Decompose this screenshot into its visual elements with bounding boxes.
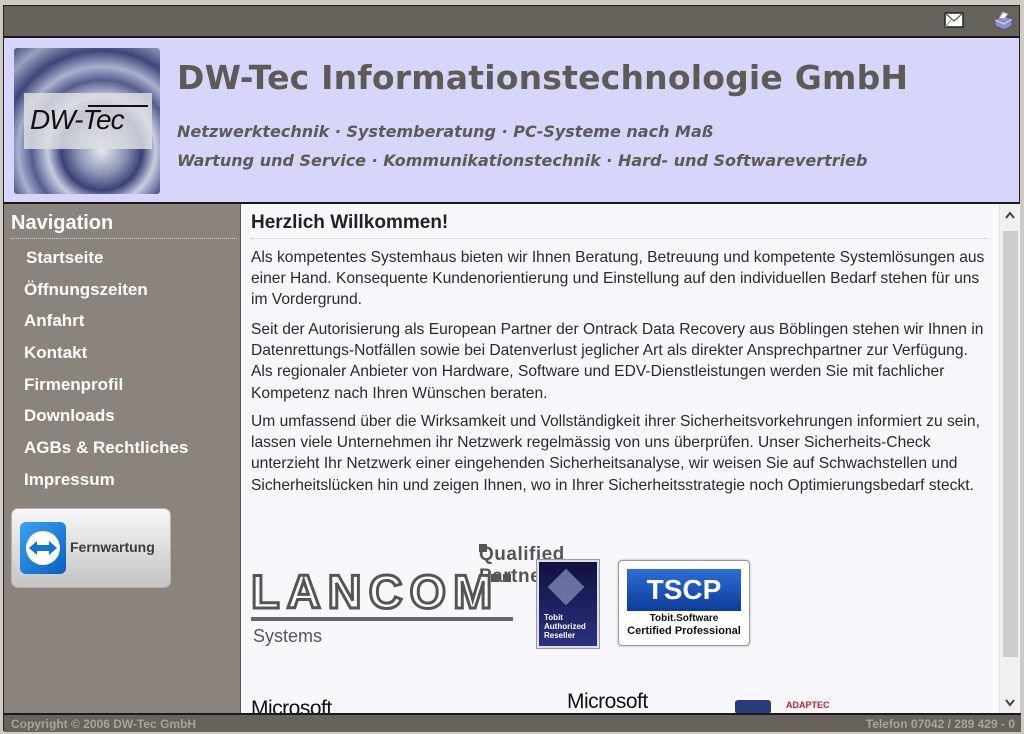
print-icon[interactable] [991,11,1013,31]
content-scrollbar[interactable] [999,204,1020,713]
nav-item-anfahrt[interactable]: Anfahrt [4,305,188,337]
lancom-systems-text: Systems [253,626,323,646]
paragraph-2: Seit der Autorisierung als European Part… [251,321,984,402]
sidebar: Navigation Startseite Öffnungszeiten Anf… [4,204,241,713]
site-title: DW-Tec Informationstechnologie GmbH [177,58,909,97]
lancom-underline [251,617,513,621]
nav-item-kontakt[interactable]: Kontakt [4,337,188,369]
page-frame: DW-Tec DW-Tec Informationstechnologie Gm… [3,5,1021,732]
remote-support-label: Fernwartung [70,539,155,555]
nav-item-firmenprofil[interactable]: Firmenprofil [4,369,188,401]
tagline-2: Wartung und Service · Kommunikationstech… [177,151,868,170]
square-icon [503,574,511,582]
tscp-line-2: Certified Professional [627,625,741,637]
nav-item-downloads[interactable]: Downloads [4,400,188,432]
lancom-name: LANCOM [249,564,500,620]
microsoft-logo-2[interactable]: Microsoft [567,690,674,713]
nav-item-oeffnungszeiten[interactable]: Öffnungszeiten [4,274,188,306]
main-content: Herzlich Willkommen! Als kompetentes Sys… [241,204,999,713]
logo-text: DW-Tec [30,104,125,135]
mail-icon[interactable] [943,11,965,29]
site-header: DW-Tec DW-Tec Informationstechnologie Gm… [4,38,1019,204]
partner-logos-row: Microsoft Microsoft ADAPTEC [241,690,999,713]
tobit-reseller-logo[interactable]: Tobit Authorized Reseller [537,560,599,648]
site-footer: Copyright © 2006 DW-Tec GmbH Telefon 070… [4,713,1021,732]
partner-logo-icon[interactable] [735,700,771,713]
remote-support-button[interactable]: Fernwartung [12,509,170,587]
nav-item-startseite[interactable]: Startseite [4,242,188,274]
lancom-partner-logo[interactable]: Qualified Partner LANCOM Systems [249,544,564,648]
paragraph-1: Als kompetentes Systemhaus bieten wir Ih… [251,249,985,309]
top-bar [4,6,1019,38]
tobit-reseller-text: Tobit Authorized Reseller [544,613,586,640]
tscp-line-1: Tobit.Software [649,613,719,624]
nav-title: Navigation [11,212,237,239]
phone-number: Telefon 07042 / 289 429 - 0 [865,717,1015,731]
tscp-banner: TSCP [627,569,741,611]
scroll-down-arrow-icon[interactable] [1000,694,1020,711]
copyright-text: Copyright © 2006 DW-Tec GmbH [11,717,197,731]
tscp-certified-logo[interactable]: TSCP Tobit.Software Certified Profession… [618,560,750,646]
nav-item-agbs[interactable]: AGBs & Rechtliches [4,432,188,464]
teamviewer-icon [20,522,66,574]
scroll-up-arrow-icon[interactable] [1000,206,1020,223]
nav-item-impressum[interactable]: Impressum [4,464,188,496]
tobit-emblem-icon [547,568,585,606]
paragraph-3: Um umfassend über die Wirksamkeit und Vo… [251,413,980,494]
tagline-1: Netzwerktechnik · Systemberatung · PC-Sy… [177,122,714,141]
page-heading: Herzlich Willkommen! [251,212,987,239]
microsoft-logo-1[interactable]: Microsoft [251,697,332,713]
adaptec-logo[interactable]: ADAPTEC [786,700,830,710]
company-logo[interactable]: DW-Tec [14,48,160,194]
nav-list: Startseite Öffnungszeiten Anfahrt Kontak… [4,242,188,496]
scroll-thumb[interactable] [1003,231,1018,657]
